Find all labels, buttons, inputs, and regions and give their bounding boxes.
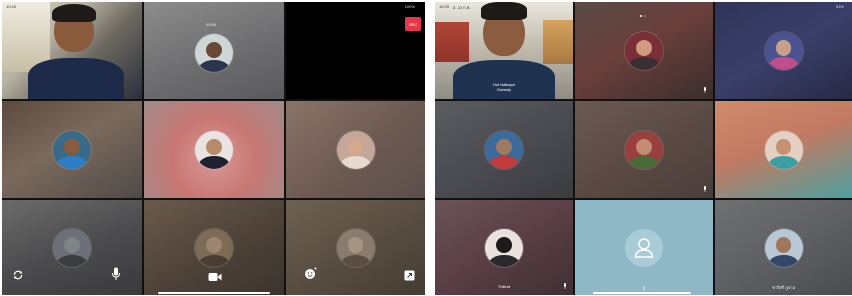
home-indicator[interactable]	[593, 292, 691, 294]
participant-tile-8[interactable]: ยู	[575, 200, 713, 295]
video-toggle-button[interactable]	[208, 269, 222, 281]
muted-microphone-icon	[704, 186, 706, 192]
status-date: อ. 22 ก.พ.	[453, 5, 471, 10]
camera-rotate-icon	[13, 270, 23, 280]
record-label: REC	[408, 21, 418, 27]
speaker-video-tile[interactable]: 10:25 อ. 22 ก.พ. Hot Nattapol Doriady	[435, 2, 573, 99]
video-camera-icon	[208, 273, 222, 281]
status-battery: 100%	[404, 4, 415, 9]
screen-share-icon	[404, 270, 415, 281]
participant-avatar	[764, 31, 803, 70]
home-indicator[interactable]	[158, 292, 270, 294]
muted-microphone-icon	[704, 87, 706, 93]
microphone-button[interactable]	[111, 267, 121, 281]
muted-microphone-icon	[564, 283, 566, 289]
page-dots	[640, 15, 648, 17]
participant-tile-9[interactable]: ชาวีศรี ภูบาล	[715, 200, 852, 295]
participant-tile-3[interactable]: 53%	[715, 2, 852, 99]
participant-tile-3[interactable]: 100% REC	[286, 2, 425, 99]
participant-avatar	[336, 130, 375, 169]
participant-avatar	[764, 229, 803, 267]
emoji-reaction-button[interactable]: +	[304, 266, 318, 280]
participant-tile-2[interactable]: 00:00	[144, 2, 284, 99]
camera-rotate-button[interactable]	[12, 268, 24, 280]
participant-avatar	[195, 34, 233, 72]
status-time: 10:25	[439, 4, 450, 9]
default-avatar	[625, 229, 663, 267]
participant-name: ยู	[642, 285, 646, 290]
participant-tile-5[interactable]	[144, 101, 284, 198]
participant-tile-4[interactable]	[2, 101, 142, 198]
participant-avatar	[485, 130, 523, 169]
participant-tile-2[interactable]	[575, 2, 713, 99]
participant-avatar	[764, 130, 803, 169]
self-video-tile[interactable]: 10:45	[2, 2, 142, 99]
participant-avatar	[625, 31, 663, 70]
participant-avatar	[195, 130, 233, 169]
participant-avatar	[195, 229, 233, 267]
participant-avatar	[336, 229, 375, 267]
record-button[interactable]: REC	[405, 17, 421, 31]
participant-name: Thitirat	[497, 284, 511, 289]
participant-tile-6[interactable]	[715, 101, 852, 198]
screen-share-button[interactable]	[404, 268, 415, 281]
participant-tile-6[interactable]	[286, 101, 425, 198]
participant-tile-7[interactable]: Thitirat	[435, 200, 573, 295]
microphone-icon	[112, 267, 120, 280]
svg-text:+: +	[314, 266, 318, 272]
call-timer: 00:00	[206, 22, 217, 27]
right-video-call-screen: 10:25 อ. 22 ก.พ. Hot Nattapol Doriady 53…	[435, 2, 852, 295]
person-icon	[634, 238, 654, 258]
participant-tile-5[interactable]	[575, 101, 713, 198]
participant-avatar	[485, 229, 523, 267]
participant-avatar	[625, 130, 663, 169]
status-time: 10:45	[6, 4, 17, 9]
participant-avatar	[53, 229, 91, 267]
left-video-call-screen: 10:45 00:00 100% REC +	[2, 2, 425, 295]
speaker-name-line2: Doriady	[497, 87, 511, 92]
emoji-reaction-icon: +	[305, 266, 318, 279]
participant-tile-4[interactable]	[435, 101, 573, 198]
status-battery: 53%	[835, 4, 844, 9]
participant-avatar	[53, 130, 91, 169]
participant-name: ชาวีศรี ภูบาล	[772, 285, 795, 290]
